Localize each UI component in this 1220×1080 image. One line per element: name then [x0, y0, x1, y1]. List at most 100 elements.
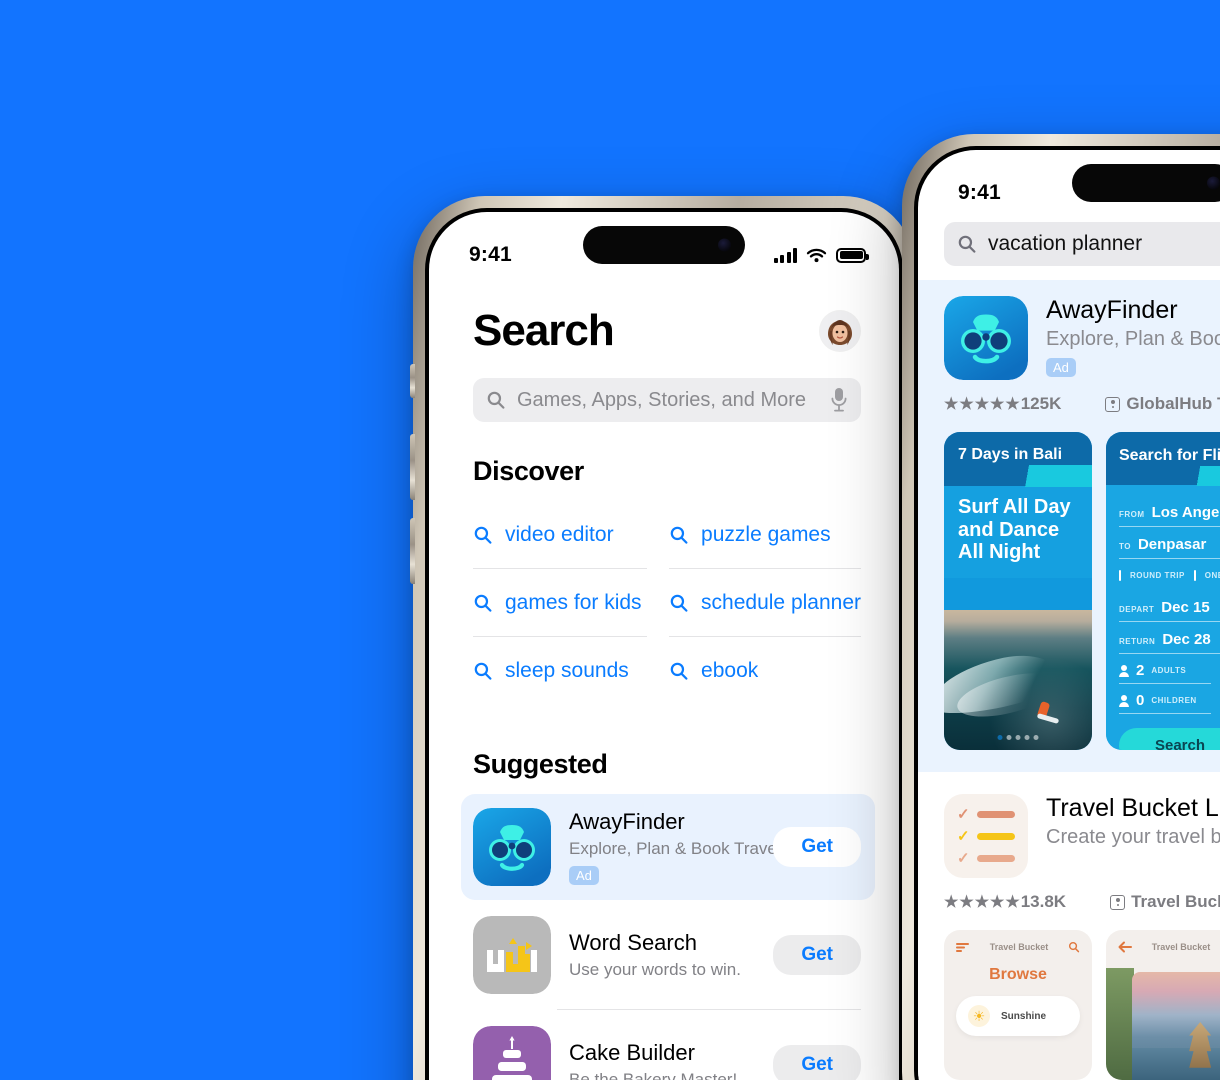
children-field[interactable]: 0 CHILDREN	[1119, 684, 1211, 714]
app-info: Word Search Use your words to win.	[569, 930, 755, 980]
screenshot-detail[interactable]: Travel Bucket	[1106, 930, 1220, 1080]
person-icon	[1119, 694, 1129, 707]
discover-item-ebook[interactable]: ebook	[669, 637, 861, 705]
discover-title: Discover	[473, 456, 584, 486]
discover-item-puzzle-games[interactable]: puzzle games	[669, 501, 861, 569]
search-placeholder: Games, Apps, Stories, and More	[517, 388, 807, 411]
list-item[interactable]: Cake Builder Be the Bakery Master! Get	[473, 1010, 861, 1080]
list-item[interactable]: AwayFinder Explore, Plan & Book Travel A…	[461, 794, 875, 900]
search-icon	[474, 662, 492, 680]
round-trip-label: ROUND TRIP	[1130, 571, 1185, 580]
depart-field[interactable]: DEPART Dec 15	[1119, 590, 1220, 622]
screenshot-bali[interactable]: 7 Days in Bali Surf All Day and Dance Al…	[944, 432, 1092, 750]
layered-cake-icon	[473, 1026, 551, 1080]
screenshot-flights[interactable]: Search for Flights FROM Los Angeles TO	[1106, 432, 1220, 750]
awayfinder-app-icon	[944, 296, 1028, 380]
from-field[interactable]: FROM Los Angeles	[1119, 495, 1220, 527]
status-time: 9:41	[469, 243, 512, 266]
check-icon: ✓	[957, 849, 970, 867]
app-name: AwayFinder	[569, 809, 685, 834]
rating-group: ★★★★★125K	[944, 394, 1061, 414]
phone-left-bezel: 9:41 Search Games, Apps, Stories, and Mo…	[425, 208, 903, 1080]
search-input[interactable]: vacation planner	[944, 222, 1220, 266]
adults-field[interactable]: 2 ADULTS	[1119, 654, 1211, 684]
app-info: Cake Builder Be the Bakery Master!	[569, 1040, 755, 1080]
discover-item-sleep-sounds[interactable]: sleep sounds	[473, 637, 647, 705]
get-button[interactable]: Get	[773, 935, 861, 975]
surfboard	[1036, 713, 1060, 725]
adults-count: 2	[1136, 662, 1145, 679]
avatar[interactable]	[819, 310, 861, 352]
sponsored-result-card[interactable]: AwayFinder Explore, Plan & Book Travel A…	[918, 280, 1220, 772]
dynamic-island	[1072, 164, 1220, 202]
get-button[interactable]: Get	[773, 1045, 861, 1080]
return-field[interactable]: RETURN Dec 28	[1119, 622, 1220, 654]
search-icon	[474, 594, 492, 612]
volume-up-button[interactable]	[410, 434, 415, 500]
developer-name: GlobalHub Travel	[1126, 394, 1220, 413]
check-icon: ✓	[957, 827, 970, 845]
discover-item-schedule-planner[interactable]: schedule planner	[669, 569, 861, 637]
developer-row: GlobalHub Travel	[1105, 394, 1220, 414]
screenshot-carousel[interactable]: 7 Days in Bali Surf All Day and Dance Al…	[944, 432, 1220, 750]
category-pill[interactable]: ☀ Sunshine	[956, 996, 1080, 1036]
app-name: Cake Builder	[569, 1040, 695, 1065]
list-item[interactable]: Word Search Use your words to win. Get	[473, 900, 861, 1010]
filter-icon[interactable]	[956, 942, 970, 952]
page-header: Search	[429, 278, 899, 356]
discover-item-games-for-kids[interactable]: games for kids	[473, 569, 648, 637]
surf-photo	[944, 610, 1092, 750]
sun-icon: ☀	[968, 1005, 990, 1027]
app-subtitle: Explore, Plan & Book Travel	[1046, 328, 1220, 350]
return-label: RETURN	[1119, 637, 1156, 646]
rating-row: ★★★★★125K GlobalHub Travel	[944, 394, 1220, 414]
microphone-icon[interactable]	[830, 387, 848, 413]
screenshot-kicker: 7 Days in Bali	[958, 446, 1063, 463]
suggested-title: Suggested	[473, 749, 608, 779]
one-way-label: ONE WAY	[1204, 571, 1220, 580]
cake-builder-app-icon	[473, 1026, 551, 1080]
phone-right: 9:41 vacation planner AwayFinder Explore…	[902, 134, 1220, 1080]
app-name: Travel Bucket List	[1046, 794, 1220, 822]
from-value: Los Angeles	[1151, 504, 1220, 521]
search-result-card[interactable]: ✓ ✓ ✓ Travel Bucket L Create your travel…	[918, 772, 1220, 1080]
front-camera-icon	[718, 238, 731, 252]
binoculars-face-icon	[473, 808, 551, 886]
back-arrow-icon[interactable]	[1118, 941, 1132, 953]
screenshot-headline: Surf All Day and Dance All Night	[958, 496, 1071, 564]
to-field[interactable]: TO Denpasar	[1119, 527, 1220, 559]
developer-icon	[1110, 894, 1126, 910]
silence-switch[interactable]	[410, 364, 415, 398]
search-flights-button[interactable]: Search	[1119, 728, 1220, 750]
volume-down-button[interactable]	[410, 518, 415, 584]
developer-name: Travel Bucket List	[1131, 892, 1220, 911]
screenshot-heading: Browse	[989, 966, 1047, 983]
app-info: Travel Bucket List Create your travel bu…	[1046, 794, 1220, 849]
discover-section: Discover video editor puzzle games games…	[429, 456, 899, 705]
discover-item-video-editor[interactable]: video editor	[473, 501, 648, 569]
one-way-checkbox[interactable]	[1193, 570, 1196, 581]
ad-badge: Ad	[569, 866, 599, 885]
search-icon	[670, 526, 688, 544]
round-trip-checkbox[interactable]	[1119, 570, 1121, 581]
rating-count: 125K	[1020, 394, 1062, 413]
checklist-row: ✓	[957, 851, 1015, 866]
word-search-app-icon	[473, 916, 551, 994]
checklist-row: ✓	[957, 807, 1015, 822]
search-input[interactable]: Games, Apps, Stories, and More	[473, 378, 861, 422]
screenshot-carousel[interactable]: Travel Bucket Browse ☀ Sunshine Travel B…	[944, 930, 1220, 1080]
app-subtitle: Create your travel bucket list	[1046, 826, 1220, 848]
screenshot-browse[interactable]: Travel Bucket Browse ☀ Sunshine	[944, 930, 1092, 1080]
get-button[interactable]: Get	[773, 827, 861, 867]
search-query-value: vacation planner	[988, 232, 1143, 255]
search-icon[interactable]	[1068, 941, 1080, 953]
pagoda-photo	[1132, 972, 1220, 1080]
developer-icon	[1105, 396, 1121, 412]
app-subtitle: Be the Bakery Master!	[569, 1070, 738, 1080]
checklist-row: ✓	[957, 829, 1015, 844]
app-header: AwayFinder Explore, Plan & Book Travel A…	[944, 296, 1220, 380]
status-indicators	[773, 247, 869, 263]
adults-label: ADULTS	[1151, 666, 1187, 675]
discover-item-label: ebook	[701, 659, 759, 682]
word-chart-icon	[473, 916, 551, 994]
